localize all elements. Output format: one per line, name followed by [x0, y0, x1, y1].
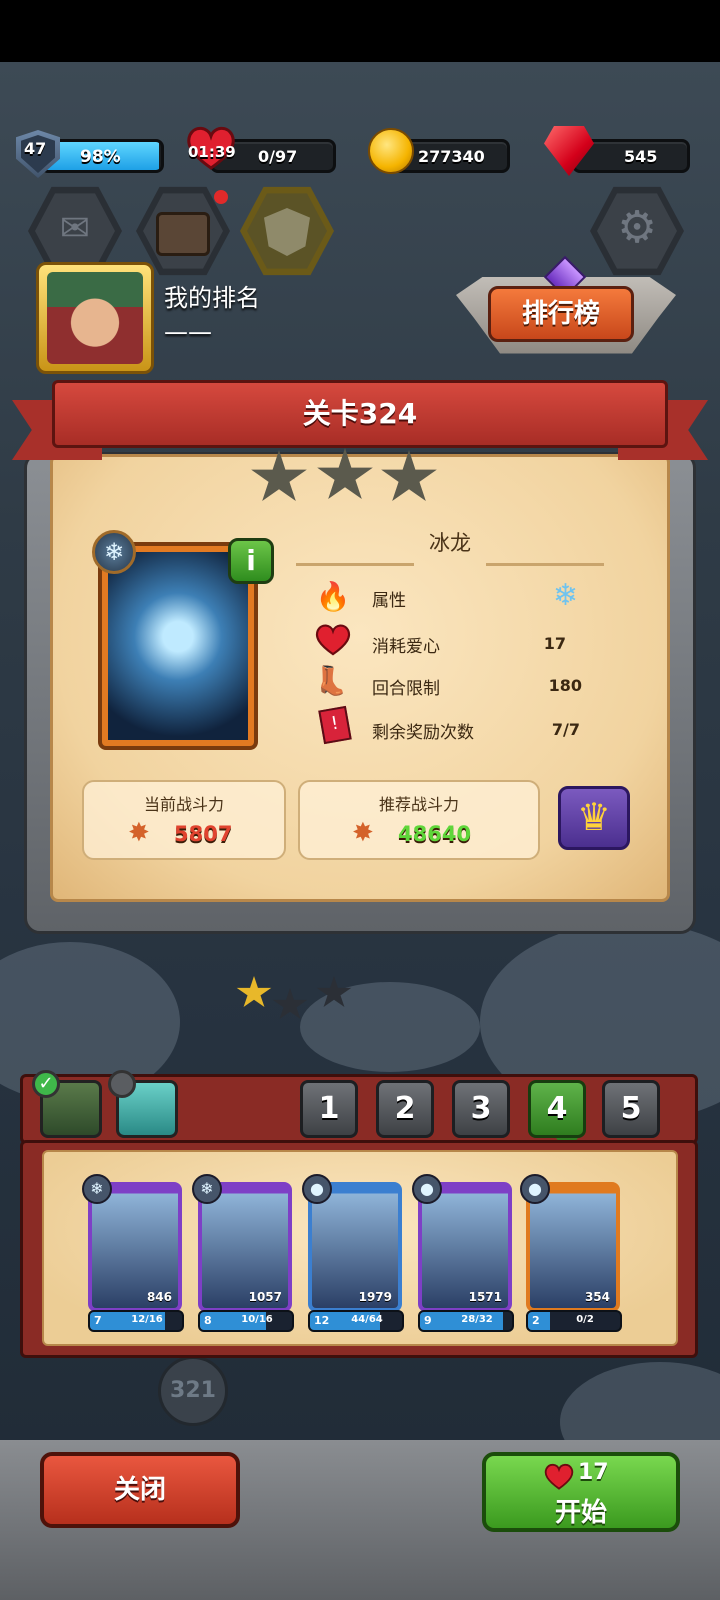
- hero-level-bar: 12 44/64: [308, 1310, 404, 1332]
- energy-timer: 01:39: [188, 143, 236, 161]
- hero-element-icon: ●: [520, 1174, 550, 1204]
- notification-dot: [214, 190, 228, 204]
- team-tab-4[interactable]: 4: [528, 1080, 586, 1138]
- stat-label-hearts: 消耗爱心: [372, 637, 440, 657]
- player-level: 47: [24, 139, 47, 158]
- rank-title: 我的排名: [164, 284, 260, 312]
- hero-level: 8: [204, 1314, 212, 1327]
- hero-power: 1057: [248, 1290, 282, 1304]
- hero-level: 12: [314, 1314, 330, 1327]
- stage-title: 关卡324: [52, 380, 668, 448]
- divider-right: [486, 563, 604, 566]
- crown-icon[interactable]: ♛: [558, 786, 630, 850]
- hero-level-bar: 2 0/2: [526, 1310, 622, 1332]
- chest-icon: [156, 212, 210, 256]
- hero-shard-progress: 44/64: [351, 1314, 383, 1325]
- ice-dragon-portrait: [108, 552, 248, 740]
- heart-icon: [314, 622, 352, 660]
- sword-burst-icon: ✸: [352, 818, 374, 848]
- hero-shard-progress: 12/16: [131, 1314, 163, 1325]
- current-power-value: 5807: [174, 822, 233, 846]
- hero-power: 1979: [358, 1290, 392, 1304]
- snow-drift: [300, 982, 480, 1072]
- hero-level: 7: [94, 1314, 102, 1327]
- recommended-power-value: 48640: [398, 822, 472, 846]
- energy-count: 0/97: [258, 147, 298, 166]
- reward-card-icon: !: [316, 705, 354, 745]
- envelope-icon: ✉: [59, 208, 91, 249]
- start-button[interactable]: 17 开始: [482, 1452, 680, 1532]
- team-tab-1[interactable]: 1: [300, 1080, 358, 1138]
- stat-value-element: ❄: [552, 578, 578, 613]
- hero-shard-progress: 28/32: [461, 1314, 493, 1325]
- stat-label-turns: 回合限制: [372, 679, 440, 699]
- hero-shard-progress: 10/16: [241, 1314, 273, 1325]
- hero-shard-progress: 0/2: [576, 1314, 594, 1325]
- hero-element-icon: ●: [302, 1174, 332, 1204]
- hero-power: 354: [584, 1290, 610, 1304]
- hero-power: 846: [146, 1290, 172, 1304]
- stat-value-hearts: 17: [543, 634, 566, 653]
- team-tab-2[interactable]: 2: [376, 1080, 434, 1138]
- empty-slot-icon: [108, 1070, 136, 1098]
- heart-icon: [544, 1463, 574, 1490]
- hero-level-bar: 9 28/32: [418, 1310, 514, 1332]
- hero-power: 1571: [468, 1290, 502, 1304]
- hero-level-bar: 7 12/16: [88, 1310, 184, 1332]
- coin-icon: [368, 128, 414, 174]
- hero-element-icon: ●: [412, 1174, 442, 1204]
- boot-icon: 👢: [313, 664, 349, 697]
- recommended-power-box: 推荐战斗力 ✸ 48640: [298, 780, 540, 860]
- map-node[interactable]: 321: [158, 1356, 228, 1426]
- info-button[interactable]: i: [228, 538, 274, 584]
- recommended-power-label: 推荐战斗力: [378, 795, 459, 814]
- stat-value-rewards: 7/7: [551, 720, 580, 739]
- fire-ice-icon: 🔥: [315, 580, 351, 613]
- close-button[interactable]: 关闭: [40, 1452, 240, 1528]
- gear-icon: ⚙: [617, 202, 657, 253]
- gem-count: 545: [624, 147, 658, 166]
- stat-label-rewards: 剩余奖励次数: [372, 723, 474, 743]
- hero-level: 2: [532, 1314, 540, 1327]
- rank-value: ——: [164, 318, 212, 346]
- team-tab-5[interactable]: 5: [602, 1080, 660, 1138]
- coin-count: 277340: [418, 147, 485, 166]
- current-power-box: 当前战斗力 ✸ 5807: [82, 780, 286, 860]
- check-icon: ✓: [32, 1070, 60, 1098]
- stat-label-element: 属性: [372, 591, 406, 611]
- hero-level-bar: 8 10/16: [198, 1310, 294, 1332]
- avatar: [47, 272, 143, 364]
- stat-value-turns: 180: [548, 676, 582, 695]
- snowflake-icon: ❄: [92, 530, 136, 574]
- hero-level: 9: [424, 1314, 432, 1327]
- current-power-label: 当前战斗力: [143, 795, 224, 814]
- boss-name: 冰龙: [429, 531, 471, 555]
- start-cost: 17: [578, 1460, 609, 1485]
- team-tab-3[interactable]: 3: [452, 1080, 510, 1138]
- divider-left: [296, 563, 414, 566]
- leaderboard-button[interactable]: 排行榜: [488, 286, 634, 342]
- hero-element-icon: ❄: [192, 1174, 222, 1204]
- start-label: 开始: [554, 1498, 607, 1528]
- status-bar: [0, 0, 720, 62]
- sword-burst-icon: ✸: [128, 818, 150, 848]
- xp-percent: 98%: [80, 147, 121, 167]
- hero-element-icon: ❄: [82, 1174, 112, 1204]
